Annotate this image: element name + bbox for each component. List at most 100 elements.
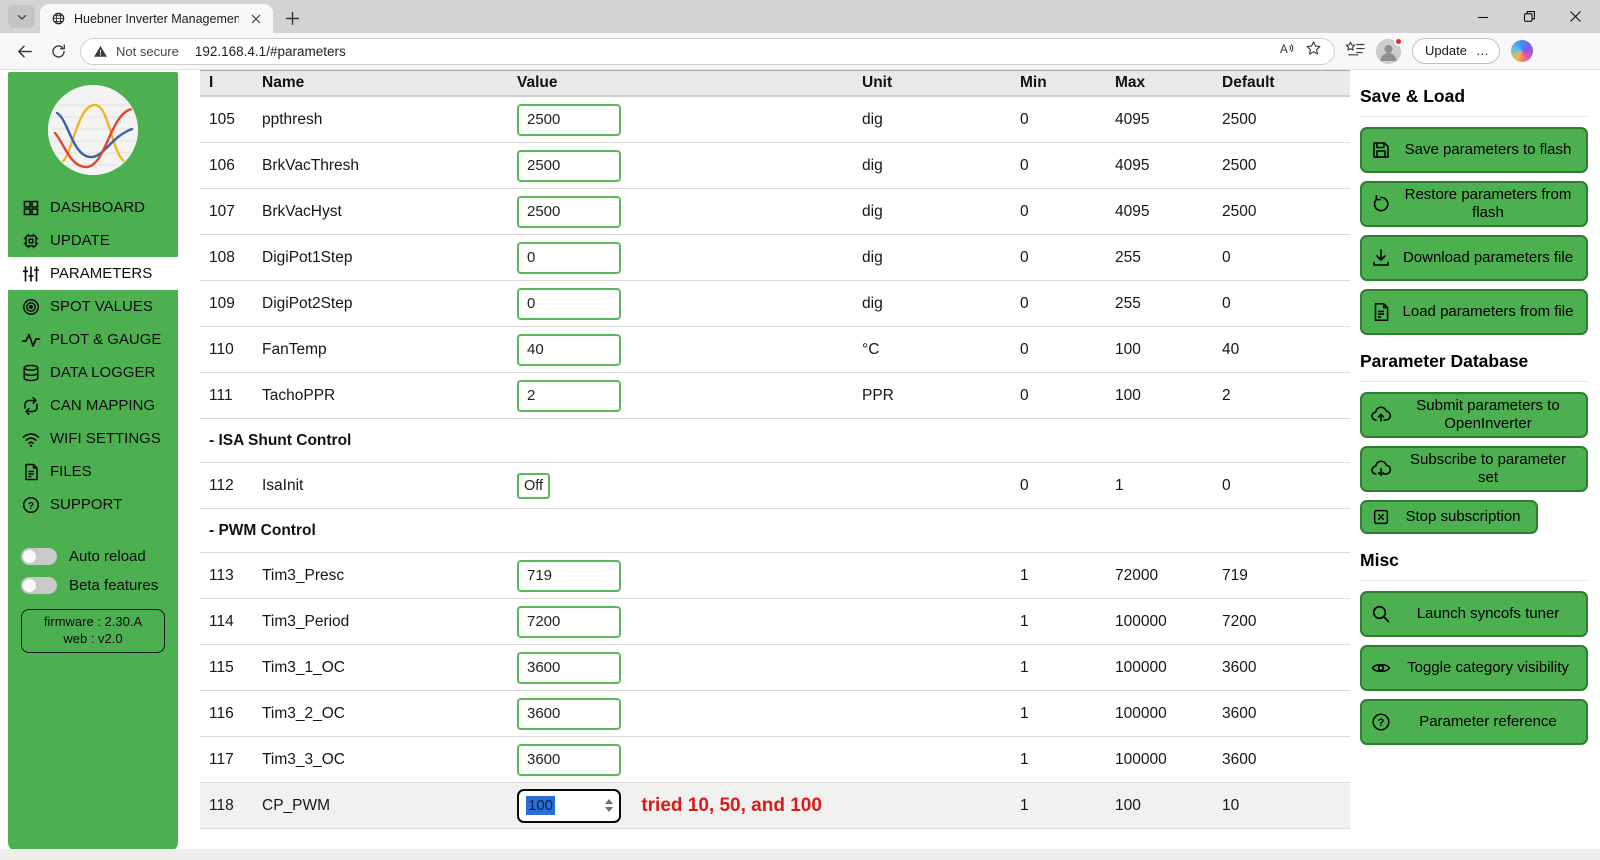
sidebar-item-label: DATA LOGGER <box>50 364 155 381</box>
param-default: 40 <box>1222 341 1350 359</box>
param-value-input[interactable] <box>517 150 621 182</box>
param-value-input[interactable] <box>517 380 621 412</box>
more-options-dots[interactable]: … <box>1476 43 1489 58</box>
param-value-input[interactable] <box>517 652 621 684</box>
table-row: 114 Tim3_Period 1 100000 7200 <box>200 599 1350 645</box>
new-tab-button[interactable] <box>282 8 302 28</box>
param-value-input[interactable] <box>517 698 621 730</box>
param-value-select[interactable]: Off <box>517 473 550 499</box>
sidebar-item-dashboard[interactable]: DASHBOARD <box>8 191 178 224</box>
sidebar-item-data-logger[interactable]: DATA LOGGER <box>8 356 178 389</box>
param-unit: dig <box>862 295 1020 313</box>
param-min: 0 <box>1020 111 1115 129</box>
param-id: 114 <box>209 613 262 631</box>
param-id: 113 <box>209 567 262 585</box>
beta-features-toggle[interactable] <box>21 577 57 594</box>
not-secure-warning-icon <box>93 44 108 59</box>
url-bar[interactable]: Not secure 192.168.4.1/#parameters A <box>80 38 1335 65</box>
param-value-input[interactable] <box>517 744 621 776</box>
sidebar-item-plot-gauge[interactable]: PLOT & GAUGE <box>8 323 178 356</box>
restore-button[interactable] <box>1506 0 1552 33</box>
file-icon <box>1370 301 1392 323</box>
tab-search-button[interactable] <box>8 5 35 28</box>
param-max: 100 <box>1115 387 1222 405</box>
param-default: 2 <box>1222 387 1350 405</box>
sidebar-item-wifi-settings[interactable]: WIFI SETTINGS <box>8 422 178 455</box>
param-value-input-focused[interactable]: 100 <box>517 789 621 823</box>
sidebar-item-support[interactable]: ? SUPPORT <box>8 488 178 521</box>
toggle-category-visibility-button[interactable]: Toggle category visibility <box>1360 645 1588 691</box>
subscribe-parameters-button[interactable]: Subscribe to parameter set <box>1360 446 1588 492</box>
submit-parameters-button[interactable]: Submit parameters to OpenInverter <box>1360 392 1588 438</box>
back-button[interactable] <box>12 39 36 63</box>
cloud-download-icon <box>1370 458 1392 480</box>
param-name: FanTemp <box>262 341 517 359</box>
dashboard-grid-icon <box>21 198 41 218</box>
window-controls <box>1460 0 1598 33</box>
param-name: Tim3_1_OC <box>262 659 517 677</box>
param-max: 100000 <box>1115 613 1222 631</box>
param-value-input[interactable] <box>517 104 621 136</box>
tab-close-button[interactable] <box>247 10 265 28</box>
param-max: 4095 <box>1115 157 1222 175</box>
sidebar-item-parameters[interactable]: PARAMETERS <box>8 257 178 290</box>
sidebar-item-files[interactable]: FILES <box>8 455 178 488</box>
restore-icon <box>1370 193 1392 215</box>
button-label: Save parameters to flash <box>1398 141 1578 159</box>
button-label: Launch syncofs tuner <box>1398 605 1578 623</box>
param-name: BrkVacHyst <box>262 203 517 221</box>
param-default: 2500 <box>1222 203 1350 221</box>
copilot-icon[interactable] <box>1511 40 1533 62</box>
auto-reload-toggle[interactable] <box>21 548 57 565</box>
number-spinner[interactable] <box>605 799 613 812</box>
launch-syncofs-tuner-button[interactable]: Launch syncofs tuner <box>1360 591 1588 637</box>
download-parameters-button[interactable]: Download parameters file <box>1360 235 1588 281</box>
browser-window: Huebner Inverter Management Co <box>0 0 1600 860</box>
param-min: 1 <box>1020 613 1115 631</box>
stop-subscription-button[interactable]: Stop subscription <box>1360 500 1538 534</box>
close-window-button[interactable] <box>1552 0 1598 33</box>
param-value-input[interactable] <box>517 606 621 638</box>
param-max: 72000 <box>1115 567 1222 585</box>
sidebar-item-spot-values[interactable]: SPOT VALUES <box>8 290 178 323</box>
section-header-isa-shunt: - ISA Shunt Control <box>200 419 1350 463</box>
param-value-input[interactable] <box>517 242 621 274</box>
update-label: Update <box>1425 43 1467 58</box>
horizontal-scrollbar[interactable] <box>0 849 1600 860</box>
browser-tab[interactable]: Huebner Inverter Management Co <box>40 4 273 33</box>
param-value-input[interactable] <box>517 196 621 228</box>
restore-parameters-button[interactable]: Restore parameters from flash <box>1360 181 1588 227</box>
param-value-input[interactable] <box>517 560 621 592</box>
minimize-button[interactable] <box>1460 0 1506 33</box>
parameter-reference-button[interactable]: ? Parameter reference <box>1360 699 1588 745</box>
param-min: 1 <box>1020 659 1115 677</box>
load-parameters-button[interactable]: Load parameters from file <box>1360 289 1588 335</box>
globe-icon <box>51 11 66 26</box>
refresh-icon <box>50 43 67 60</box>
param-id: 110 <box>209 341 262 359</box>
refresh-button[interactable] <box>46 39 70 63</box>
param-value-input[interactable] <box>517 334 621 366</box>
update-button[interactable]: Update … <box>1412 38 1500 64</box>
download-icon <box>1370 247 1392 269</box>
table-row: 117 Tim3_3_OC 1 100000 3600 <box>200 737 1350 783</box>
col-header-name: Name <box>262 74 517 92</box>
table-row-cp-pwm: 118 CP_PWM 100 tried 10, 50, and 100 1 1… <box>200 783 1350 829</box>
param-max: 1 <box>1115 477 1222 495</box>
sidebar-item-update[interactable]: UPDATE <box>8 224 178 257</box>
profile-avatar[interactable] <box>1376 39 1401 64</box>
read-aloud-button[interactable]: A <box>1278 40 1297 62</box>
annotation-note: tried 10, 50, and 100 <box>641 795 822 816</box>
section-title-parameter-database: Parameter Database <box>1360 351 1588 382</box>
favorites-bar-button[interactable] <box>1345 40 1365 63</box>
close-icon <box>1569 10 1582 23</box>
param-id: 111 <box>209 387 262 405</box>
param-id: 118 <box>209 797 262 815</box>
sidebar-item-label: UPDATE <box>50 232 110 249</box>
sidebar-item-label: SPOT VALUES <box>50 298 153 315</box>
param-value-input[interactable] <box>517 288 621 320</box>
save-parameters-button[interactable]: Save parameters to flash <box>1360 127 1588 173</box>
param-min: 1 <box>1020 751 1115 769</box>
sidebar-item-can-mapping[interactable]: CAN MAPPING <box>8 389 178 422</box>
favorite-button[interactable] <box>1305 40 1322 62</box>
